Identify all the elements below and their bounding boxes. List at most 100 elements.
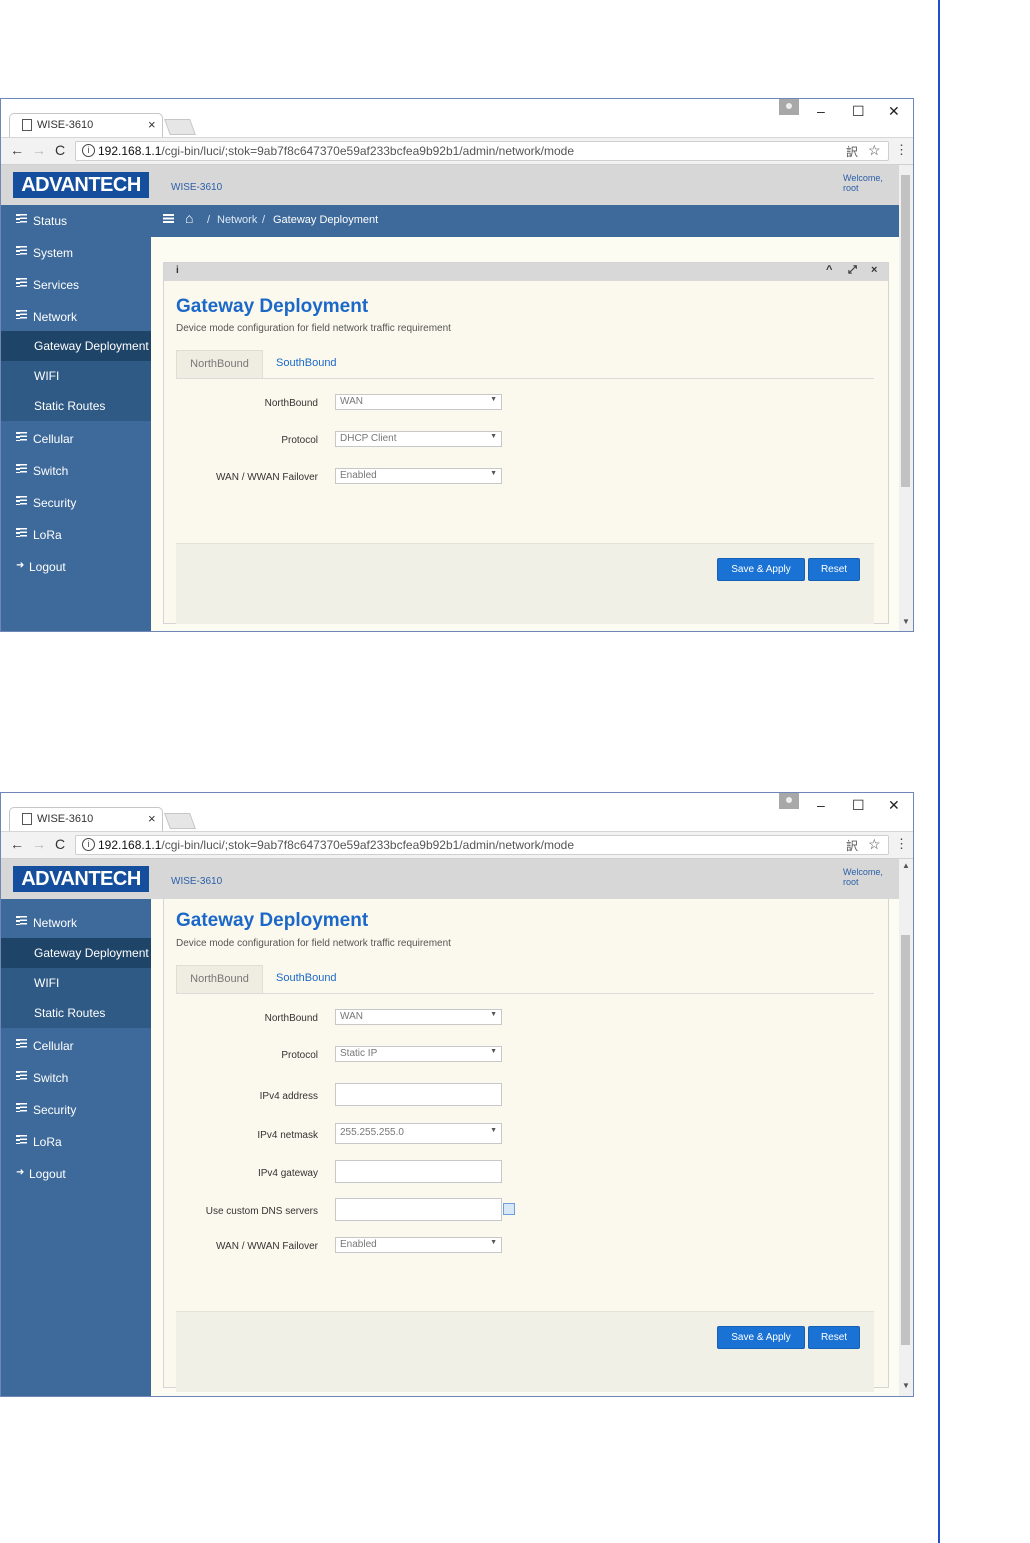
- minimize-button[interactable]: –: [817, 103, 825, 119]
- page-scrollbar[interactable]: ▼: [899, 165, 913, 631]
- ipv4-gateway-row: IPv4 gateway: [176, 1160, 576, 1184]
- failover-select[interactable]: Enabled ▼: [335, 468, 502, 484]
- sidebar-subitem-gateway-deployment[interactable]: Gateway Deployment: [1, 331, 151, 361]
- ipv4-address-input[interactable]: [335, 1083, 502, 1106]
- sidebar-item-network[interactable]: Network: [1, 907, 151, 938]
- sidebar-item-security[interactable]: Security: [1, 487, 151, 518]
- site-info-icon[interactable]: i: [82, 838, 95, 851]
- add-dns-icon[interactable]: [503, 1203, 515, 1215]
- collapse-icon[interactable]: ^: [826, 264, 832, 276]
- document-icon: [22, 119, 32, 131]
- page-scrollbar[interactable]: ▲ ▼: [899, 859, 913, 1396]
- sidebar-item-system[interactable]: System: [1, 237, 151, 268]
- reset-button[interactable]: Reset: [808, 558, 860, 581]
- tab-northbound[interactable]: NorthBound: [176, 965, 263, 993]
- bookmark-star-icon[interactable]: ☆: [868, 142, 881, 159]
- sidebar-item-cellular[interactable]: Cellular: [1, 1030, 151, 1061]
- northbound-select[interactable]: WAN ▼: [335, 394, 502, 410]
- tab-northbound[interactable]: NorthBound: [176, 350, 263, 378]
- protocol-label: Protocol: [281, 1050, 318, 1061]
- ipv4-address-label: IPv4 address: [259, 1091, 318, 1102]
- tab-close-icon[interactable]: ×: [148, 811, 156, 826]
- browser-tab[interactable]: WISE-3610 ×: [9, 113, 163, 138]
- maximize-button[interactable]: ☐: [852, 103, 865, 120]
- dns-input[interactable]: [335, 1198, 502, 1221]
- translate-icon[interactable]: 訳: [846, 143, 858, 160]
- save-apply-button[interactable]: Save & Apply: [717, 558, 805, 581]
- back-button[interactable]: ←: [10, 142, 24, 158]
- sidebar-item-status[interactable]: Status: [1, 205, 151, 236]
- new-tab-button[interactable]: [164, 119, 196, 135]
- reload-button[interactable]: C: [55, 836, 65, 852]
- failover-label: WAN / WWAN Failover: [215, 1241, 318, 1252]
- scroll-down-arrow: ▼: [902, 1381, 910, 1390]
- tab-southbound[interactable]: SouthBound: [276, 965, 337, 992]
- sidebar-item-services[interactable]: Services: [1, 269, 151, 300]
- minimize-button[interactable]: –: [817, 797, 825, 813]
- breadcrumb-separator: /: [207, 214, 211, 226]
- user-profile-icon[interactable]: [779, 99, 799, 115]
- close-window-button[interactable]: ✕: [888, 103, 900, 120]
- tab-close-icon[interactable]: ×: [148, 117, 156, 132]
- tab-southbound[interactable]: SouthBound: [276, 350, 337, 377]
- url-field[interactable]: i 192.168.1.1/cgi-bin/luci/;stok=9ab7f8c…: [75, 141, 889, 161]
- address-bar-row: ← → C i 192.168.1.1/cgi-bin/luci/;stok=9…: [1, 831, 913, 859]
- new-tab-button[interactable]: [164, 813, 196, 829]
- fullscreen-icon[interactable]: ⤢: [848, 264, 857, 277]
- forward-button[interactable]: →: [32, 142, 46, 158]
- scroll-up-arrow: ▲: [902, 861, 910, 870]
- reset-button[interactable]: Reset: [808, 1326, 860, 1349]
- sidebar-item-switch[interactable]: Switch: [1, 455, 151, 486]
- screenshot-static-ip: WISE-3610 × – ☐ ✕ ← → C i 192.168.1.1/cg…: [0, 792, 914, 1397]
- sidebar-item-cellular[interactable]: Cellular: [1, 423, 151, 454]
- ipv4-netmask-select[interactable]: 255.255.255.0 ▼: [335, 1123, 502, 1144]
- list-icon: [16, 916, 27, 925]
- page-title: Gateway Deployment: [176, 296, 369, 317]
- failover-select[interactable]: Enabled ▼: [335, 1237, 502, 1253]
- translate-icon[interactable]: 訳: [846, 837, 858, 854]
- browser-menu-icon[interactable]: ⋮: [895, 836, 908, 852]
- list-icon: [16, 496, 27, 505]
- tab-title: WISE-3610: [37, 119, 94, 131]
- sidebar-item-switch[interactable]: Switch: [1, 1062, 151, 1093]
- forward-button[interactable]: →: [32, 836, 46, 852]
- protocol-select[interactable]: DHCP Client ▼: [335, 431, 502, 447]
- user-profile-icon[interactable]: [779, 793, 799, 809]
- url-field[interactable]: i 192.168.1.1/cgi-bin/luci/;stok=9ab7f8c…: [75, 835, 889, 855]
- sidebar-item-network[interactable]: Network: [1, 301, 151, 332]
- scrollbar-thumb[interactable]: [901, 935, 910, 1345]
- close-window-button[interactable]: ✕: [888, 797, 900, 814]
- dns-row: Use custom DNS servers: [176, 1198, 576, 1222]
- sidebar-item-security[interactable]: Security: [1, 1094, 151, 1125]
- panel-close-icon[interactable]: ×: [871, 264, 877, 276]
- protocol-select[interactable]: Static IP ▼: [335, 1046, 502, 1062]
- sidebar-subitem-wifi[interactable]: WIFI: [1, 968, 151, 998]
- sidebar-item-lora[interactable]: LoRa: [1, 1126, 151, 1157]
- northbound-select[interactable]: WAN ▼: [335, 1009, 502, 1025]
- browser-menu-icon[interactable]: ⋮: [895, 142, 908, 158]
- tab-title: WISE-3610: [37, 813, 94, 825]
- save-apply-button[interactable]: Save & Apply: [717, 1326, 805, 1349]
- sidebar-subitem-gateway-deployment[interactable]: Gateway Deployment: [1, 938, 151, 968]
- sidebar-item-lora[interactable]: LoRa: [1, 519, 151, 550]
- back-button[interactable]: ←: [10, 836, 24, 852]
- home-icon[interactable]: ⌂: [185, 210, 193, 226]
- bookmark-star-icon[interactable]: ☆: [868, 836, 881, 853]
- site-info-icon[interactable]: i: [82, 144, 95, 157]
- sidebar-item-services[interactable]: [1, 883, 151, 899]
- reload-button[interactable]: C: [55, 142, 65, 158]
- northbound-row: NorthBound WAN ▼: [176, 394, 576, 414]
- chevron-down-icon: ▼: [490, 1127, 497, 1134]
- sidebar-item-logout[interactable]: ➜ Logout: [1, 551, 151, 582]
- sidebar-item-logout[interactable]: ➜ Logout: [1, 1158, 151, 1189]
- failover-row: WAN / WWAN Failover Enabled ▼: [176, 468, 576, 488]
- sidebar-subitem-static-routes[interactable]: Static Routes: [1, 391, 151, 421]
- menu-toggle-icon[interactable]: [163, 214, 174, 223]
- breadcrumb-network[interactable]: Network: [217, 214, 257, 226]
- maximize-button[interactable]: ☐: [852, 797, 865, 814]
- browser-tab[interactable]: WISE-3610 ×: [9, 807, 163, 832]
- ipv4-gateway-input[interactable]: [335, 1160, 502, 1183]
- sidebar-subitem-wifi[interactable]: WIFI: [1, 361, 151, 391]
- sidebar-subitem-static-routes[interactable]: Static Routes: [1, 998, 151, 1028]
- scrollbar-thumb[interactable]: [901, 175, 910, 487]
